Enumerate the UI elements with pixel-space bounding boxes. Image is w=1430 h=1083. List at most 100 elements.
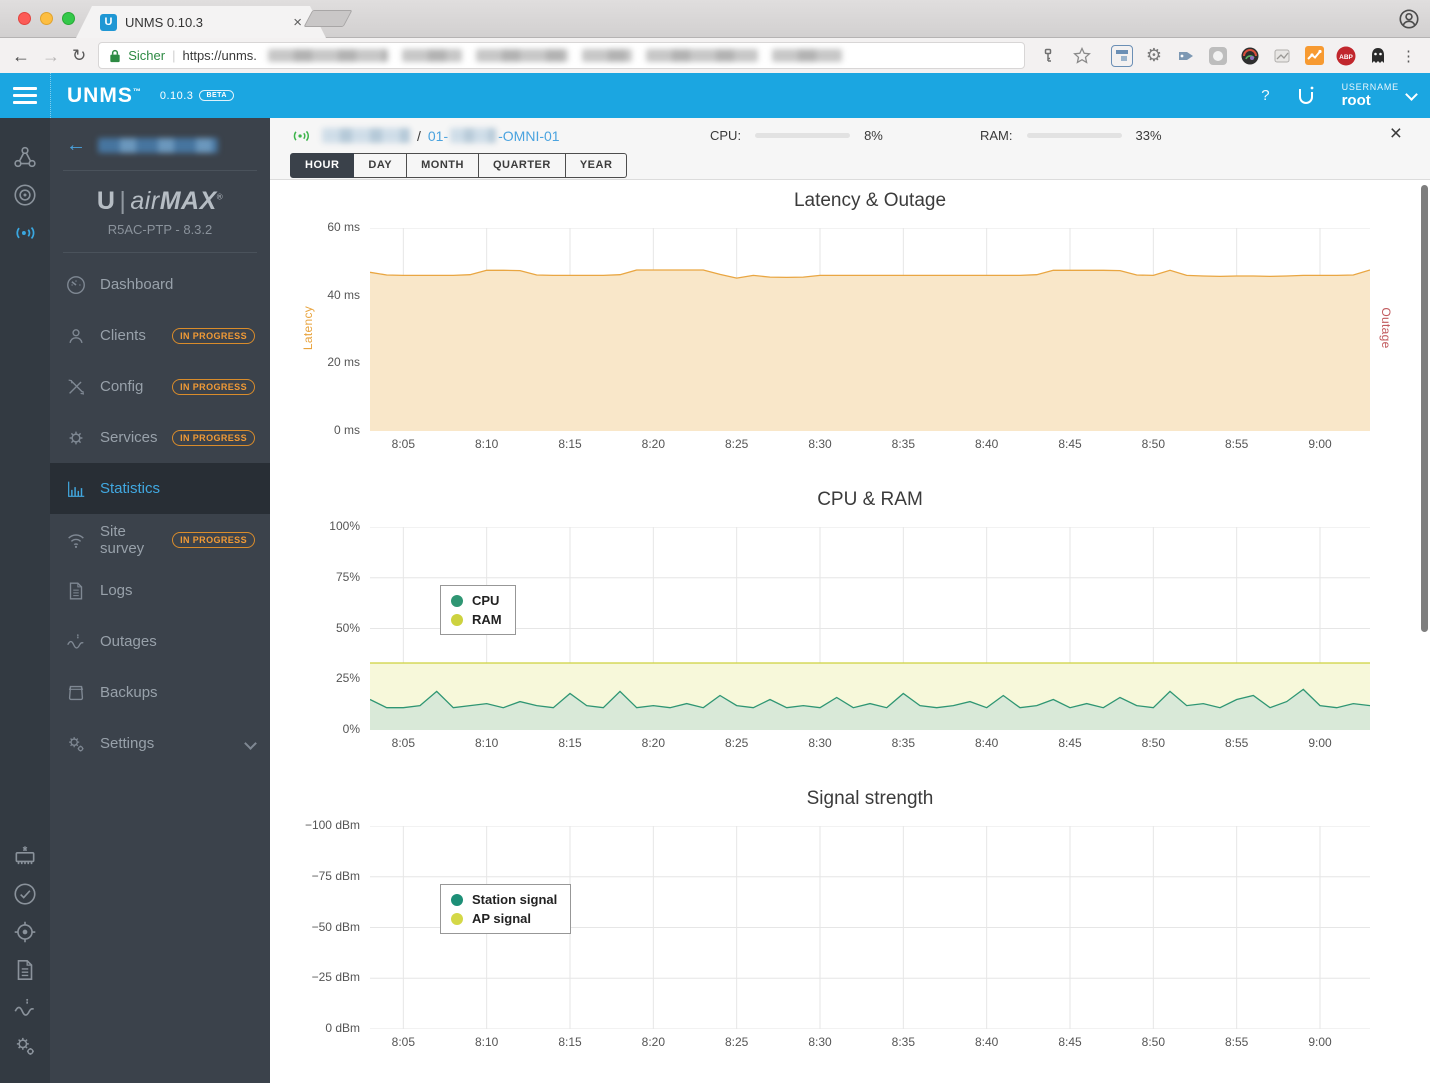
browser-menu-icon[interactable]: ⋮	[1399, 47, 1418, 65]
y-tick-label: 40 ms	[327, 287, 360, 302]
settings-rail-icon[interactable]	[12, 1033, 38, 1059]
back-arrow-icon: ←	[66, 134, 86, 156]
x-axis-labels: 8:05 8:10 8:15 8:20 8:25 8:30 8:35 8:40 8:45 8:50…	[370, 734, 1370, 752]
sidebar-item-outages[interactable]: Outages	[50, 616, 270, 667]
outages-rail-icon[interactable]	[12, 995, 38, 1021]
sidebar-item-site-survey[interactable]: Site survey IN PROGRESS	[50, 514, 270, 565]
bookmark-star-icon[interactable]	[1071, 45, 1093, 67]
user-menu[interactable]: USERNAME root	[1341, 82, 1418, 109]
ghostery-extension-icon[interactable]	[1367, 45, 1389, 67]
forward-button[interactable]: →	[42, 47, 60, 65]
cpu-gauge: CPU: 8%	[710, 128, 883, 143]
address-bar[interactable]: Sicher | https://unms.	[98, 42, 1025, 69]
device-logo-block: U | airMAX® R5AC-PTP - 8.3.2	[50, 171, 270, 252]
browser-tab[interactable]: U UNMS 0.10.3 ×	[76, 6, 326, 38]
sidebar-item-label: Dashboard	[100, 276, 174, 293]
sidebar-item-logs[interactable]: Logs	[50, 565, 270, 616]
reload-button[interactable]: ↻	[72, 47, 86, 64]
legend-label: RAM	[472, 612, 502, 627]
help-icon[interactable]: ?	[1261, 87, 1269, 104]
url-redacted-blur	[267, 49, 1014, 62]
app-version: 0.10.3	[159, 89, 194, 102]
sidebar-item-clients[interactable]: Clients IN PROGRESS	[50, 310, 270, 361]
ram-bar-track	[1026, 133, 1122, 138]
url-divider: |	[172, 48, 176, 63]
legend-item-cpu[interactable]: CPU	[451, 593, 502, 608]
x-tick-label: 8:35	[891, 1035, 915, 1049]
sidebar-item-label: Backups	[100, 684, 158, 701]
y-tick-label: −50 dBm	[311, 919, 360, 934]
browser-url-row: ← → ↻ Sicher | https://unms. ⚙ ABP ⋮	[0, 38, 1430, 73]
sidebar-item-label: Clients	[100, 327, 146, 344]
close-panel-icon[interactable]: ×	[1390, 122, 1402, 146]
sidebar-item-statistics[interactable]: Statistics	[50, 463, 270, 514]
analytics-extension-icon[interactable]	[1303, 45, 1325, 67]
app-header: UNMS™ 0.10.3 BETA ? USERNAME root	[0, 73, 1430, 118]
sidebar-item-config[interactable]: Config IN PROGRESS	[50, 361, 270, 412]
y-tick-label: 25%	[335, 671, 360, 686]
discovery-icon[interactable]	[12, 919, 38, 945]
x-tick-label: 8:25	[724, 1035, 749, 1049]
tag-extension-icon[interactable]	[1175, 45, 1197, 67]
sidebar-item-settings[interactable]: Settings	[50, 718, 270, 769]
window-controls[interactable]	[18, 12, 75, 25]
sidebar-item-dashboard[interactable]: Dashboard	[50, 259, 270, 310]
x-tick-label: 8:30	[808, 736, 832, 750]
x-tick-label: 8:10	[474, 437, 499, 451]
endpoints-icon[interactable]	[12, 182, 38, 208]
zoom-window-button[interactable]	[62, 12, 75, 25]
x-tick-label: 8:35	[891, 437, 915, 451]
device-header: / 01- -OMNI-01 CPU: 8% RAM: 33% × HOUR D…	[270, 118, 1430, 180]
breadcrumb-site-redacted[interactable]	[322, 128, 410, 143]
sidebar-item-services[interactable]: Services IN PROGRESS	[50, 412, 270, 463]
back-button[interactable]: ←	[12, 47, 30, 65]
legend-item-ram[interactable]: RAM	[451, 612, 502, 627]
tab-year[interactable]: YEAR	[565, 153, 628, 178]
y-tick-label: 100%	[329, 519, 360, 533]
x-tick-label: 8:20	[641, 437, 665, 451]
tab-close-icon[interactable]: ×	[293, 14, 302, 31]
sidebar-item-backups[interactable]: Backups	[50, 667, 270, 718]
scrollbar-thumb[interactable]	[1421, 185, 1428, 632]
back-to-site-link[interactable]: ←	[50, 118, 270, 170]
signal-strength-chart: Signal strength Station signal AP signal …	[270, 788, 1430, 1051]
breadcrumb-device-link[interactable]: 01- -OMNI-01	[428, 128, 560, 144]
tab-month[interactable]: MONTH	[407, 153, 479, 178]
close-window-button[interactable]	[18, 12, 31, 25]
new-tab-button[interactable]	[303, 10, 353, 27]
firmware-icon[interactable]	[12, 843, 38, 869]
svg-text:ABP: ABP	[1339, 54, 1353, 61]
cpu-bar-track	[755, 133, 851, 138]
sites-icon[interactable]	[12, 144, 38, 170]
outage-axis-label: Outage	[1379, 306, 1393, 349]
tab-day[interactable]: DAY	[354, 153, 408, 178]
tab-hour[interactable]: HOUR	[290, 153, 355, 178]
x-tick-label: 9:00	[1308, 1035, 1332, 1049]
x-tick-label: 9:00	[1308, 736, 1332, 750]
legend-item-station-signal[interactable]: Station signal	[451, 892, 557, 907]
x-tick-label: 8:40	[974, 736, 999, 750]
tab-window-extension-icon[interactable]	[1111, 44, 1133, 67]
browser-profile-icon[interactable]	[1398, 8, 1420, 30]
tab-quarter[interactable]: QUARTER	[478, 153, 566, 178]
ram-value: 33%	[1135, 128, 1162, 143]
hamburger-menu-icon[interactable]	[0, 83, 50, 108]
minimize-window-button[interactable]	[40, 12, 53, 25]
username-value: root	[1341, 92, 1371, 109]
tasks-icon[interactable]	[12, 881, 38, 907]
notes-extension-icon[interactable]	[1271, 45, 1293, 67]
gear-extension-icon[interactable]: ⚙	[1143, 45, 1165, 67]
legend-item-ap-signal[interactable]: AP signal	[451, 911, 557, 926]
adblock-extension-icon[interactable]: ABP	[1335, 45, 1357, 67]
color-picker-extension-icon[interactable]	[1239, 45, 1261, 67]
key-icon[interactable]	[1037, 45, 1059, 67]
x-tick-label: 8:20	[641, 1035, 665, 1049]
ubiquiti-logo-icon[interactable]	[1296, 85, 1316, 107]
x-tick-label: 8:05	[391, 437, 415, 451]
logs-rail-icon[interactable]	[12, 957, 38, 983]
x-tick-label: 8:15	[558, 437, 582, 451]
circle-extension-icon[interactable]	[1207, 45, 1229, 67]
outages-icon	[65, 631, 87, 653]
x-tick-label: 8:55	[1224, 1035, 1249, 1049]
devices-icon[interactable]	[12, 220, 38, 246]
